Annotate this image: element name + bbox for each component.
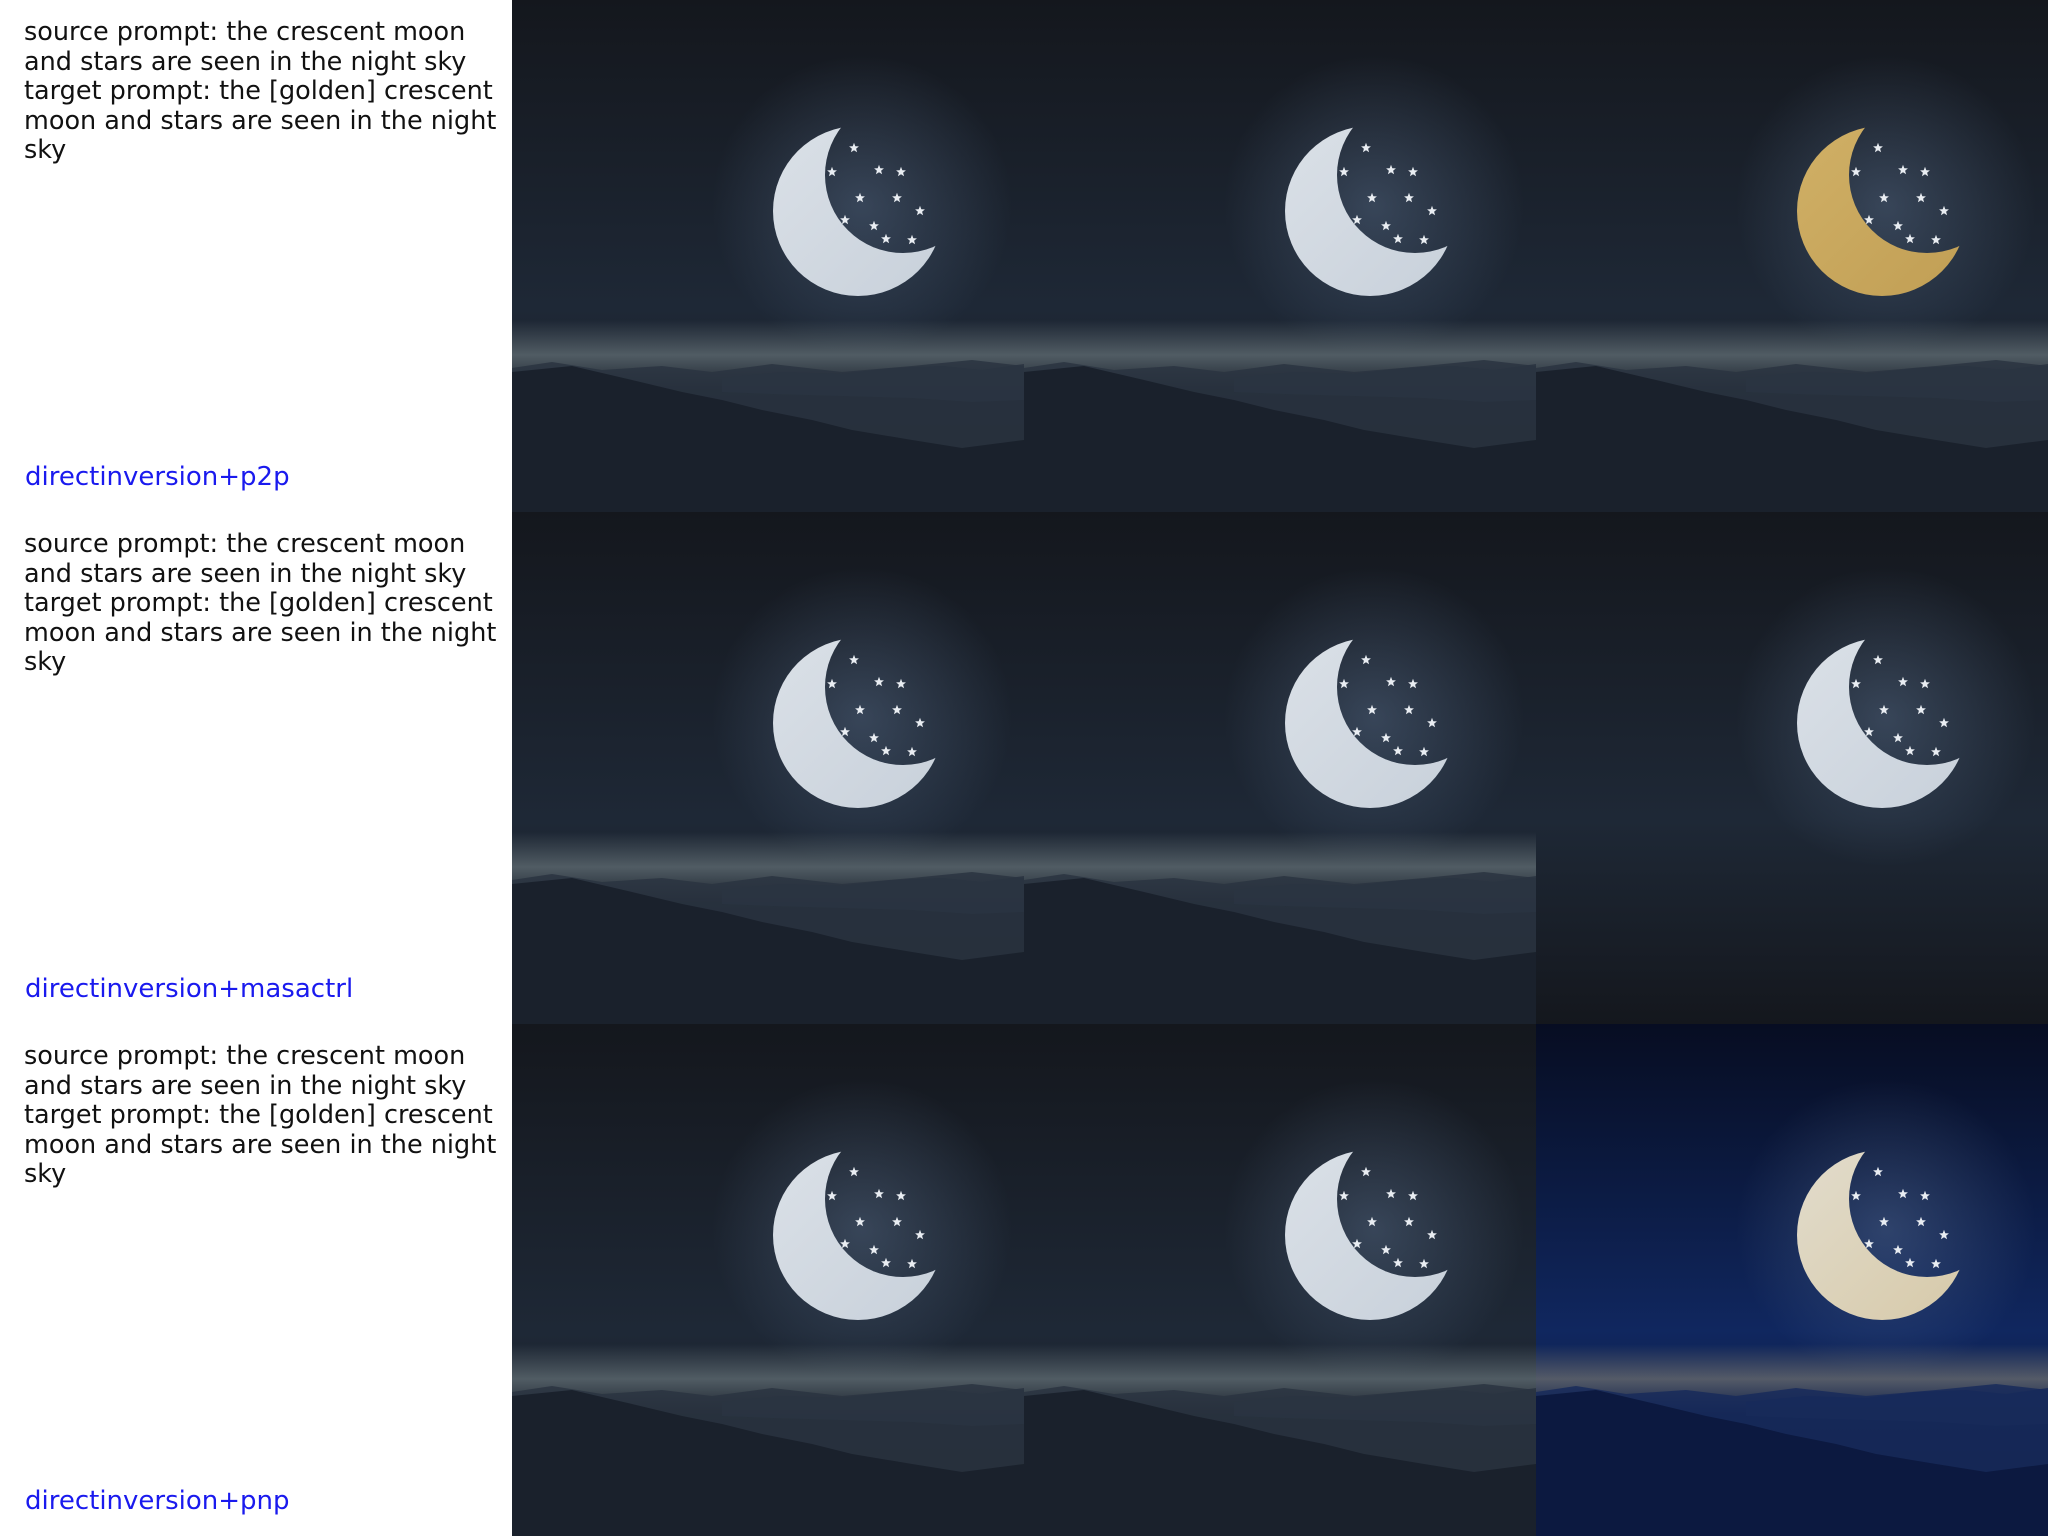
prompt-line: target prompt: the [golden] crescent [24,76,493,106]
prompt-line: and stars are seen in the night sky [24,1070,467,1101]
prompt-line: moon and stars are seen in the night [24,617,497,648]
reconstruction-image [1024,512,1536,1024]
result-row-p2p: source prompt: the crescent moon and sta… [0,0,2048,512]
prompt-line: and stars are seen in the night sky [24,46,467,77]
prompt-text: source prompt: the crescent moon and sta… [24,1041,497,1190]
label-cell: source prompt: the crescent moon and sta… [0,0,512,512]
prompt-line: target prompt: the [golden] crescent [24,588,493,618]
comparison-grid: source prompt: the crescent moon and sta… [0,0,2048,1536]
edited-image [1536,512,2048,1024]
night-sky-scene [1536,512,2048,1024]
prompt-line: source prompt: the crescent moon [24,17,466,47]
method-label: directinversion+pnp [25,1486,290,1516]
result-row-masactrl: source prompt: the crescent moon and sta… [0,512,2048,1024]
prompt-line: moon and stars are seen in the night [24,105,497,136]
prompt-line: target prompt: the [golden] crescent [24,1100,493,1130]
prompt-line: sky [24,647,67,677]
method-label: directinversion+masactrl [25,974,354,1004]
label-cell: source prompt: the crescent moon and sta… [0,512,512,1024]
reconstruction-image [1024,1024,1536,1536]
night-sky-scene [512,1024,1024,1536]
source-image [512,1024,1024,1536]
night-sky-scene [1536,0,2048,512]
source-image [512,0,1024,512]
result-row-pnp: source prompt: the crescent moon and sta… [0,1024,2048,1536]
night-sky-scene [512,0,1024,512]
night-sky-scene [1024,1024,1536,1536]
night-sky-scene [1024,512,1536,1024]
prompt-line: sky [24,1159,67,1189]
prompt-text: source prompt: the crescent moon and sta… [24,17,497,166]
prompt-line: source prompt: the crescent moon [24,1041,466,1071]
prompt-line: moon and stars are seen in the night [24,1129,497,1160]
prompt-text: source prompt: the crescent moon and sta… [24,529,497,678]
edited-image [1536,1024,2048,1536]
label-cell: source prompt: the crescent moon and sta… [0,1024,512,1536]
night-sky-scene [1536,1024,2048,1536]
source-image [512,512,1024,1024]
prompt-line: source prompt: the crescent moon [24,529,466,559]
prompt-line: sky [24,135,67,165]
reconstruction-image [1024,0,1536,512]
night-sky-scene [512,512,1024,1024]
night-sky-scene [1024,0,1536,512]
prompt-line: and stars are seen in the night sky [24,558,467,589]
edited-image [1536,0,2048,512]
method-label: directinversion+p2p [25,462,290,492]
